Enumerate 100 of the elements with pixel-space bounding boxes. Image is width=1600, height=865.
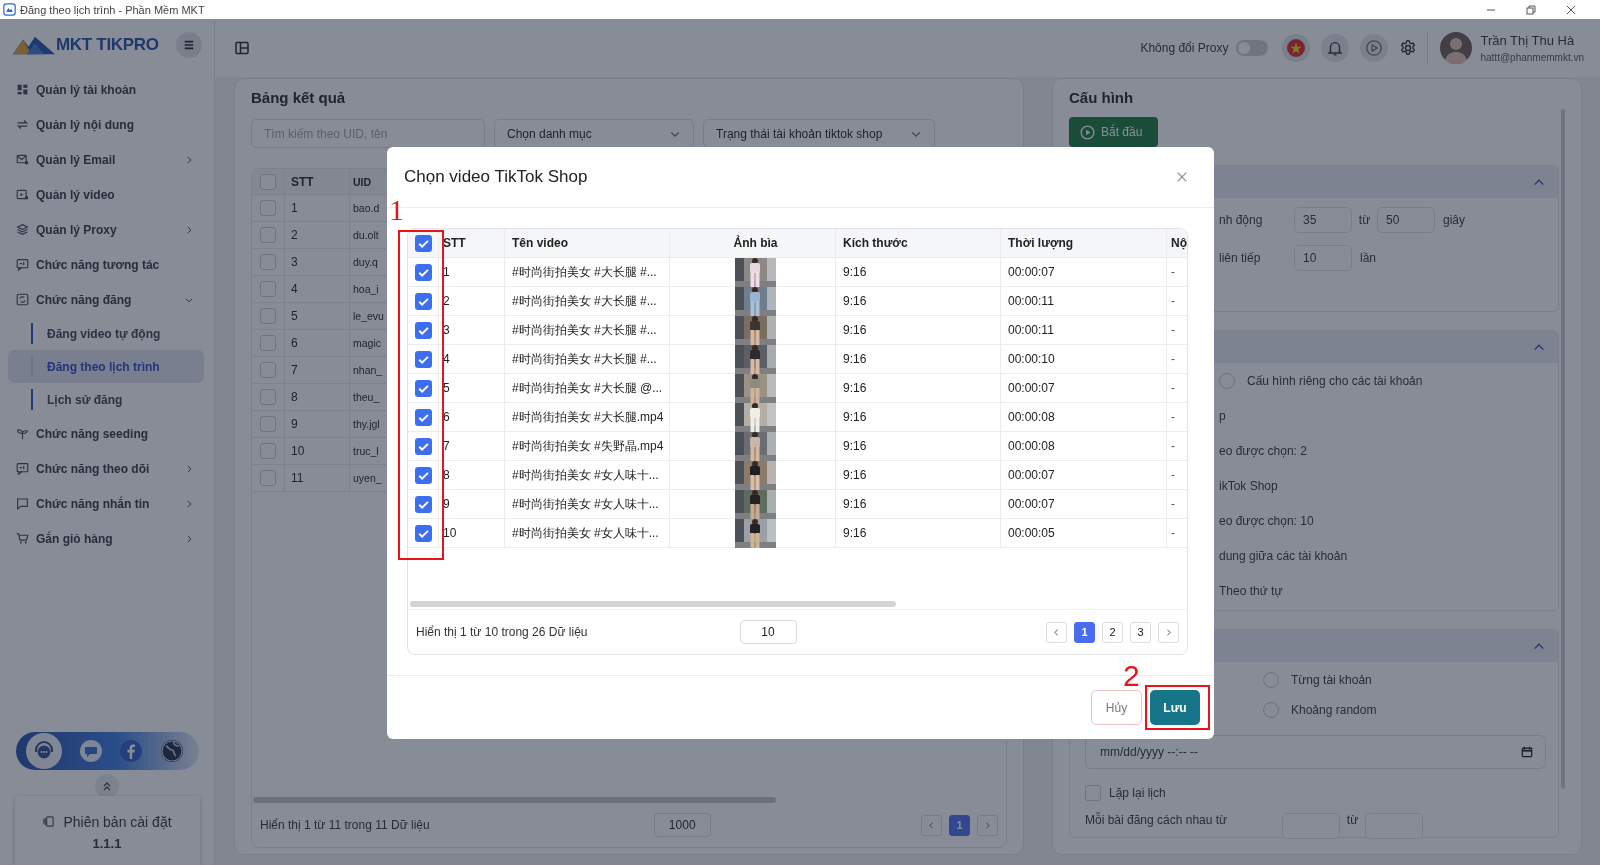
globe-icon[interactable] [160, 739, 185, 763]
nav-item[interactable]: Gắn giỏ hàng [0, 521, 214, 556]
collapse-button[interactable] [95, 774, 119, 798]
cancel-button[interactable]: Hủy [1091, 690, 1142, 725]
logo-icon [12, 34, 56, 56]
checkbox[interactable] [414, 437, 432, 455]
submenu-item[interactable]: Đăng video tự động [8, 317, 204, 350]
page-button[interactable]: 1 [1074, 621, 1095, 643]
table-cell: 00:00:08 [1001, 432, 1167, 460]
checkbox[interactable] [414, 350, 432, 368]
play-icon [1080, 124, 1095, 140]
column-header: UID [352, 174, 373, 190]
page-size-field[interactable]: 1000 [653, 813, 711, 837]
calendar-icon [1521, 746, 1533, 758]
menu-button[interactable] [176, 32, 202, 58]
pagination-info: Hiển thị 1 từ 10 trong 26 Dữ liệu [416, 625, 588, 639]
column-header: Nộ [1170, 235, 1187, 252]
checkbox[interactable] [414, 234, 432, 252]
nav-item[interactable]: Chức năng nhắn tin [0, 486, 214, 521]
table-cell-text: - [1170, 496, 1176, 513]
submenu-item[interactable]: Lịch sử đăng [8, 383, 204, 416]
nav-item[interactable]: Quản lý Email [0, 142, 214, 177]
scrollbar[interactable] [410, 601, 896, 607]
next-page-button[interactable] [1158, 621, 1179, 643]
checkbox[interactable] [260, 362, 276, 378]
checkbox[interactable] [260, 470, 276, 486]
checkbox[interactable] [414, 466, 432, 484]
checkbox[interactable] [260, 254, 276, 270]
checkbox[interactable] [414, 408, 432, 426]
nav-item[interactable]: Chức năng đăng [0, 282, 214, 317]
nav-item[interactable]: Quản lý nội dung [0, 107, 214, 142]
play-icon [1365, 39, 1384, 57]
checkbox[interactable] [260, 389, 276, 405]
nav-item[interactable]: Quản lý video [0, 177, 214, 212]
page-button[interactable]: 3 [1130, 621, 1151, 643]
unit-label: giây [1443, 213, 1465, 227]
nav-item[interactable]: Chức năng theo dõi [0, 451, 214, 486]
checkbox[interactable] [414, 379, 432, 397]
checkbox[interactable] [260, 416, 276, 432]
previous-page-button[interactable] [1046, 621, 1067, 643]
table-cell: 7 [285, 357, 350, 383]
dropdown[interactable]: Chọn danh mục [494, 119, 694, 148]
checkbox[interactable] [414, 263, 432, 281]
checkbox[interactable] [414, 524, 432, 542]
checkbox[interactable] [260, 335, 276, 351]
submenu-item[interactable]: Đăng theo lịch trình [8, 350, 204, 383]
play-button[interactable] [1360, 34, 1389, 62]
radio-button[interactable] [1263, 672, 1279, 688]
previous-page-button[interactable] [921, 814, 942, 836]
radio-button[interactable] [1263, 702, 1279, 718]
checkbox[interactable] [260, 308, 276, 324]
checkbox[interactable] [260, 443, 276, 459]
dropdown[interactable]: Trạng thái tài khoản tiktok shop [703, 119, 935, 148]
chat-bubble-icon[interactable] [78, 739, 103, 763]
checkbox[interactable] [414, 321, 432, 339]
checkbox[interactable] [260, 173, 276, 190]
support-button[interactable] [25, 733, 62, 769]
nav-item[interactable]: Quản lý Proxy [0, 212, 214, 247]
number-field[interactable]: 50 [1377, 207, 1435, 233]
number-field[interactable]: 35 [1294, 207, 1352, 233]
chevron-left-icon [927, 820, 936, 830]
sprout-icon [16, 427, 29, 440]
repeat-icon [16, 293, 29, 306]
close-icon[interactable] [1566, 4, 1576, 15]
notification-button[interactable] [1321, 34, 1350, 62]
user-email: hattt@phanmemmkt.vn [1480, 52, 1584, 63]
table-cell: 00:00:05 [1001, 519, 1167, 547]
nav-item[interactable]: Chức năng tương tác [0, 247, 214, 282]
nav-item[interactable]: Chức năng seeding [0, 416, 214, 451]
version-label: Phiên bản cài đặt [63, 813, 172, 830]
checkbox[interactable] [260, 227, 276, 243]
page-button[interactable]: 1 [949, 814, 970, 836]
column-header: Ảnh bìa [670, 229, 836, 257]
facebook-icon[interactable] [119, 739, 144, 763]
checkbox[interactable] [260, 281, 276, 297]
table-cell: #时尚街拍美女 #大长腿 #... [505, 258, 670, 286]
language-button[interactable] [1282, 34, 1311, 62]
annotation-number: 2 [1123, 661, 1140, 691]
layout-toggle-button[interactable] [235, 41, 249, 55]
page-button[interactable]: 2 [1102, 621, 1123, 643]
settings-button[interactable] [1399, 39, 1418, 57]
radio-button[interactable] [1219, 373, 1235, 389]
table-cell-text: du.olt [352, 228, 380, 243]
version-icon [42, 815, 56, 828]
scrollbar[interactable] [253, 797, 776, 803]
save-button[interactable]: Lưu [1150, 690, 1200, 725]
number-field[interactable]: 10 [1294, 245, 1352, 271]
option-label: Lặp lại lịch [1109, 786, 1166, 800]
nav-item[interactable]: Quản lý tài khoản [0, 72, 214, 107]
checkbox[interactable] [1085, 785, 1101, 801]
table-cell-text: uyen_ [352, 471, 383, 486]
start-button[interactable]: Bắt đầu [1069, 117, 1158, 147]
restore-icon[interactable] [1526, 4, 1536, 15]
next-page-button[interactable] [977, 814, 998, 836]
page-size-field[interactable]: 10 [739, 620, 797, 644]
proxy-label: Không đổi Proxy [1140, 41, 1229, 55]
checkbox[interactable] [414, 292, 432, 310]
checkbox[interactable] [260, 200, 276, 216]
toggle-switch[interactable] [1236, 40, 1269, 56]
checkbox[interactable] [414, 495, 432, 513]
